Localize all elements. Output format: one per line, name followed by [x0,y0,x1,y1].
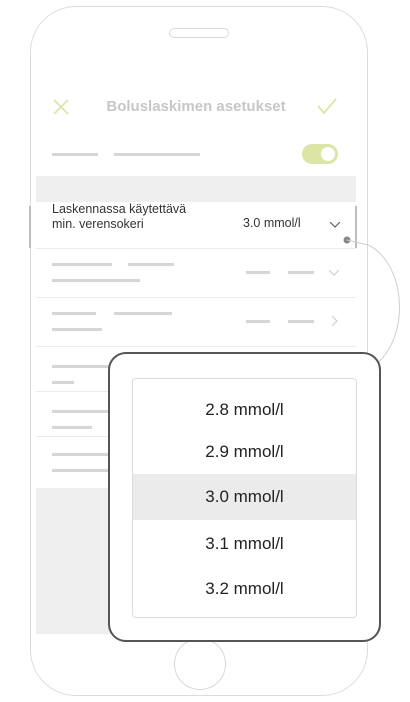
picker-option[interactable]: 2.9 mmol/l [133,429,356,475]
picker-option[interactable]: 2.8 mmol/l [133,387,356,433]
value-picker[interactable]: 2.8 mmol/l 2.9 mmol/l 3.0 mmol/l 3.1 mmo… [132,378,357,618]
picker-option[interactable]: 3.2 mmol/l [133,566,356,612]
picker-option-selected[interactable]: 3.0 mmol/l [133,474,356,520]
picker-option[interactable]: 3.1 mmol/l [133,521,356,567]
